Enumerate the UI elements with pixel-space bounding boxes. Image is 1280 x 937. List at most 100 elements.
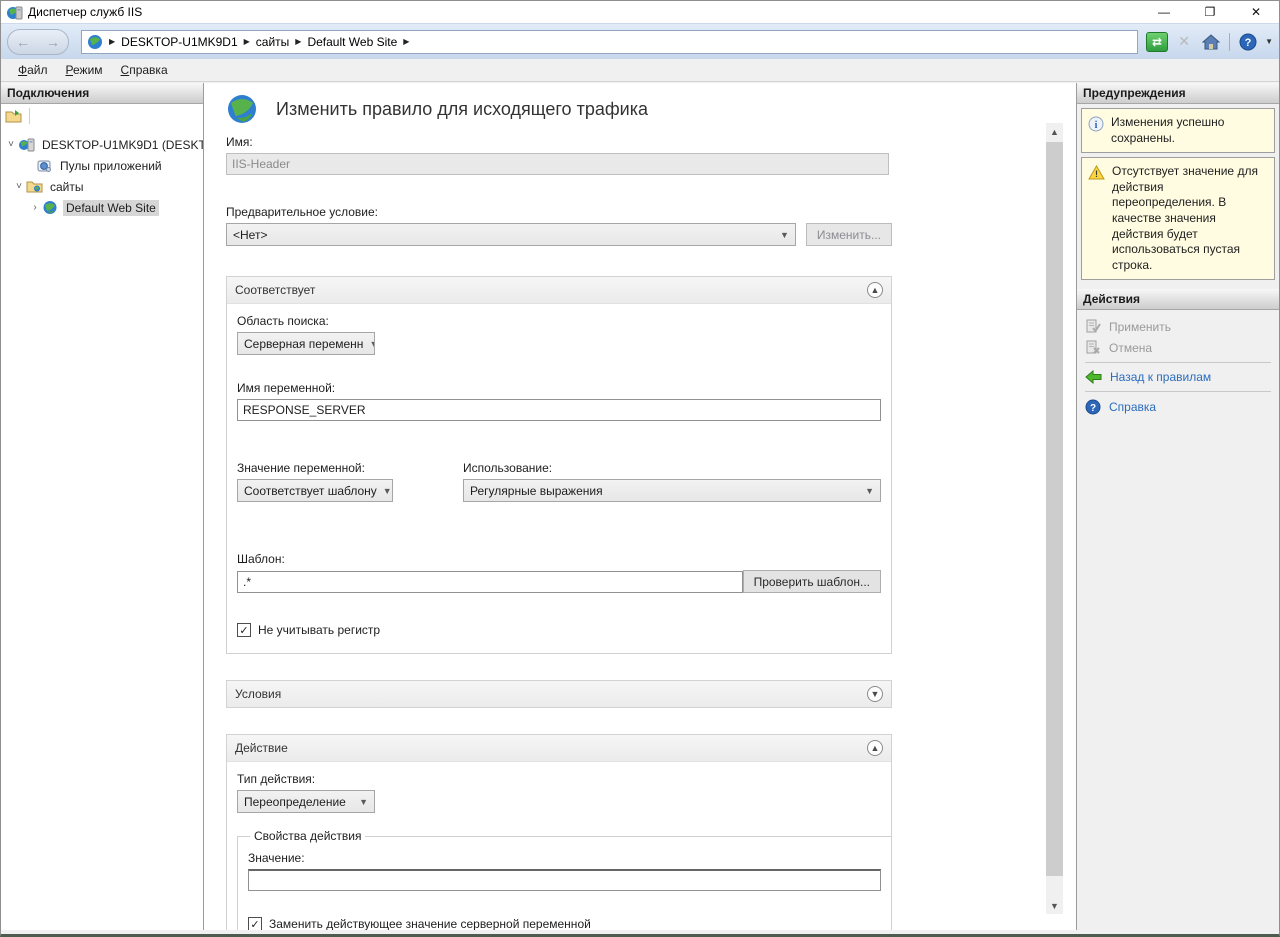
back-to-rules-link[interactable]: Назад к правилам	[1077, 367, 1279, 387]
pattern-label: Шаблон:	[237, 552, 881, 566]
app-pools-icon	[36, 158, 53, 173]
connections-toolbar	[1, 104, 203, 128]
breadcrumb-separator: ▶	[244, 37, 250, 46]
replace-value-checkbox[interactable]: ✓	[248, 917, 262, 930]
scroll-up-icon[interactable]: ▲	[1046, 123, 1063, 140]
breadcrumb[interactable]: ▶ DESKTOP-U1MK9D1 ▶ сайты ▶ Default Web …	[81, 30, 1138, 54]
apply-button: Применить	[1077, 316, 1279, 337]
breadcrumb-separator: ▶	[403, 37, 409, 46]
variable-name-label: Имя переменной:	[237, 381, 881, 395]
match-section-title: Соответствует	[235, 283, 315, 297]
breadcrumb-item-server[interactable]: DESKTOP-U1MK9D1	[121, 35, 237, 49]
cancel-button: Отмена	[1077, 337, 1279, 358]
pattern-field[interactable]	[237, 571, 743, 593]
action-section: Действие ▲ Тип действия: Переопределение…	[226, 734, 892, 930]
title-bar: Диспетчер служб IIS — ❐ ✕	[1, 1, 1279, 23]
collapse-icon[interactable]: ˅	[13, 181, 25, 192]
scroll-down-icon[interactable]: ▼	[1046, 897, 1063, 914]
scope-select[interactable]: Серверная переменн ▼	[237, 332, 375, 355]
home-icon[interactable]	[1200, 32, 1222, 52]
right-panel: Предупреждения i Изменения успешно сохра…	[1077, 83, 1279, 930]
stop-icon: ✕	[1173, 32, 1195, 52]
menu-view[interactable]: Режим	[57, 60, 112, 80]
tree-item-server[interactable]: ˅ DESKTOP-U1MK9D1 (DESKTOP	[1, 134, 203, 155]
actions-divider	[1085, 391, 1271, 392]
tree-item-app-pools[interactable]: Пулы приложений	[1, 155, 203, 176]
page-title: Изменить правило для исходящего трафика	[276, 99, 648, 120]
site-globe-icon	[42, 200, 59, 215]
breadcrumb-item-sites[interactable]: сайты	[256, 35, 290, 49]
ignore-case-checkbox[interactable]: ✓	[237, 623, 251, 637]
toolbar-divider	[29, 108, 30, 124]
cancel-icon	[1085, 340, 1101, 355]
value-match-select[interactable]: Соответствует шаблону ▼	[237, 479, 393, 502]
name-field	[226, 153, 889, 175]
warning-icon: !	[1088, 165, 1105, 180]
replace-value-label: Заменить действующее значение серверной …	[269, 917, 591, 930]
vertical-scrollbar[interactable]: ▲ ▼	[1046, 123, 1063, 914]
tree-item-label[interactable]: Пулы приложений	[57, 158, 165, 174]
restore-button[interactable]: ❐	[1187, 1, 1233, 23]
back-button[interactable]: ←	[16, 35, 30, 49]
breadcrumb-separator: ▶	[109, 37, 115, 46]
actions-header: Действия	[1077, 289, 1279, 310]
match-section: Соответствует ▲ Область поиска: Серверна…	[226, 276, 892, 654]
menu-bar: Файл Режим Справка	[1, 59, 1279, 82]
svg-text:i: i	[1095, 120, 1098, 131]
iis-manager-window: Диспетчер служб IIS — ❐ ✕ ← → ▶ DESKTOP-…	[0, 0, 1280, 937]
using-label: Использование:	[463, 461, 881, 475]
edit-precondition-button[interactable]: Изменить...	[806, 223, 892, 246]
cancel-label: Отмена	[1109, 341, 1152, 355]
action-type-label: Тип действия:	[237, 772, 881, 786]
scrollbar-thumb[interactable]	[1046, 142, 1063, 876]
menu-help[interactable]: Справка	[112, 60, 177, 80]
help-dropdown-icon[interactable]: ▼	[1265, 37, 1273, 46]
test-pattern-button[interactable]: Проверить шаблон...	[743, 570, 881, 593]
alert-warning: ! Отсутствует значение для действия пере…	[1081, 157, 1275, 280]
menu-file[interactable]: Файл	[9, 60, 57, 80]
connections-header: Подключения	[1, 83, 203, 104]
help-circle-icon: ?	[1085, 399, 1101, 415]
tree-item-default-web-site[interactable]: › Default Web Site	[1, 197, 203, 218]
page-globe-icon	[226, 93, 260, 125]
tree-item-label[interactable]: Default Web Site	[63, 200, 159, 216]
window-title: Диспетчер служб IIS	[28, 5, 142, 19]
address-bar: ← → ▶ DESKTOP-U1MK9D1 ▶ сайты ▶ Default …	[1, 23, 1279, 59]
minimize-button[interactable]: —	[1141, 1, 1187, 23]
toolbar-divider	[1229, 33, 1230, 51]
forward-button[interactable]: →	[46, 35, 60, 49]
value-match-label: Значение переменной:	[237, 461, 463, 475]
breadcrumb-separator: ▶	[295, 37, 301, 46]
tree-item-sites[interactable]: ˅ сайты	[1, 176, 203, 197]
ignore-case-label: Не учитывать регистр	[258, 623, 380, 637]
back-to-rules-label[interactable]: Назад к правилам	[1110, 370, 1211, 384]
server-icon	[18, 137, 35, 152]
breadcrumb-item-default-web-site[interactable]: Default Web Site	[307, 35, 397, 49]
collapse-section-icon[interactable]: ▲	[867, 740, 883, 756]
tree-item-label[interactable]: сайты	[47, 179, 87, 195]
name-label: Имя:	[226, 135, 892, 149]
help-label[interactable]: Справка	[1109, 400, 1156, 414]
value-field[interactable]	[248, 869, 881, 891]
using-select[interactable]: Регулярные выражения ▼	[463, 479, 881, 502]
svg-text:?: ?	[1245, 37, 1252, 49]
content-panel: Изменить правило для исходящего трафика …	[204, 83, 1077, 930]
help-icon[interactable]: ?	[1237, 32, 1259, 52]
expand-section-icon[interactable]: ▼	[867, 686, 883, 702]
tree-item-label[interactable]: DESKTOP-U1MK9D1 (DESKTOP	[39, 137, 203, 153]
add-connection-icon[interactable]	[5, 109, 23, 124]
help-link[interactable]: ? Справка	[1077, 396, 1279, 418]
precondition-label: Предварительное условие:	[226, 205, 892, 219]
refresh-icon[interactable]: ⇄	[1146, 32, 1168, 52]
expand-icon[interactable]: ›	[29, 202, 41, 213]
collapse-section-icon[interactable]: ▲	[867, 282, 883, 298]
conditions-section-title: Условия	[235, 687, 281, 701]
variable-name-field[interactable]	[237, 399, 881, 421]
action-type-select[interactable]: Переопределение ▼	[237, 790, 375, 813]
scope-label: Область поиска:	[237, 314, 881, 328]
precondition-select[interactable]: <Нет> ▼	[226, 223, 796, 246]
chevron-down-icon: ▼	[774, 230, 789, 240]
collapse-icon[interactable]: ˅	[5, 139, 17, 150]
globe-icon	[87, 34, 103, 50]
close-button[interactable]: ✕	[1233, 1, 1279, 23]
